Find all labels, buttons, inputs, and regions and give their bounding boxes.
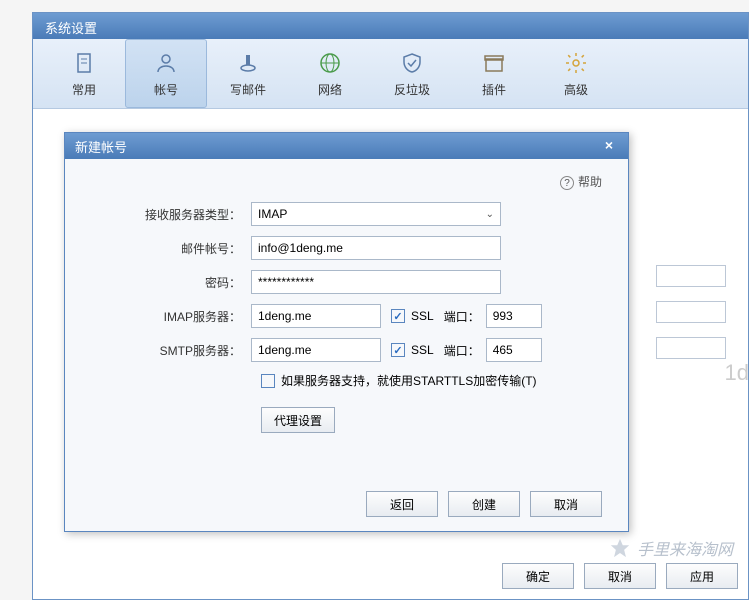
background-fields (656, 265, 726, 359)
cancel-button[interactable]: 取消 (584, 563, 656, 589)
toolbar-tab-shield[interactable]: 反垃圾 (371, 39, 453, 108)
box-icon (480, 49, 508, 77)
bg-field (656, 337, 726, 359)
dialog-footer: 返回 创建 取消 (91, 481, 602, 517)
toolbar-tab-user[interactable]: 帐号 (125, 39, 207, 108)
new-account-titlebar: 新建帐号 × (65, 133, 628, 159)
help-link[interactable]: ?帮助 (91, 173, 602, 190)
smtp-port-field[interactable] (486, 338, 542, 362)
toolbar-tab-gear[interactable]: 高级 (535, 39, 617, 108)
server-type-label: 接收服务器类型： (91, 206, 251, 223)
main-footer: 确定 取消 应用 (502, 563, 738, 589)
toolbar-label: 常用 (72, 81, 96, 98)
password-field[interactable] (251, 270, 501, 294)
smtp-port-label: 端口： (444, 342, 480, 359)
side-text: 1d (725, 360, 749, 386)
toolbar-tab-globe[interactable]: 网络 (289, 39, 371, 108)
toolbar-tab-ink[interactable]: 写邮件 (207, 39, 289, 108)
password-label: 密码： (91, 274, 251, 291)
shield-icon (398, 49, 426, 77)
ink-icon (234, 49, 262, 77)
toolbar-label: 反垃圾 (394, 81, 430, 98)
toolbar-label: 高级 (564, 81, 588, 98)
toolbar-label: 写邮件 (230, 81, 266, 98)
dialog-cancel-button[interactable]: 取消 (530, 491, 602, 517)
back-button[interactable]: 返回 (366, 491, 438, 517)
ok-button[interactable]: 确定 (502, 563, 574, 589)
starttls-label: 如果服务器支持，就使用STARTTLS加密传输(T) (281, 372, 537, 389)
new-account-dialog: 新建帐号 × ?帮助 接收服务器类型： IMAP ⌄ 邮件帐号： 密码： IMA… (64, 132, 629, 532)
toolbar-label: 插件 (482, 81, 506, 98)
settings-toolbar: 常用 帐号 写邮件 网络 反垃圾 插件 高级 (33, 39, 748, 109)
smtp-ssl-checkbox[interactable]: ✓ (391, 343, 405, 357)
email-label: 邮件帐号： (91, 240, 251, 257)
smtp-server-label: SMTP服务器： (91, 342, 251, 359)
new-account-body: ?帮助 接收服务器类型： IMAP ⌄ 邮件帐号： 密码： IMAP服务器： ✓… (65, 159, 628, 531)
help-icon: ? (560, 176, 574, 190)
toolbar-label: 帐号 (154, 81, 178, 98)
globe-icon (316, 49, 344, 77)
apply-button[interactable]: 应用 (666, 563, 738, 589)
imap-server-label: IMAP服务器： (91, 308, 251, 325)
chevron-down-icon: ⌄ (486, 209, 494, 220)
page-icon (70, 49, 98, 77)
smtp-ssl-label: SSL (411, 343, 434, 357)
bg-field (656, 265, 726, 287)
imap-port-field[interactable] (486, 304, 542, 328)
toolbar-label: 网络 (318, 81, 342, 98)
system-settings-title: 系统设置 (45, 21, 97, 36)
server-type-select[interactable]: IMAP ⌄ (251, 202, 501, 226)
imap-server-field[interactable] (251, 304, 381, 328)
proxy-settings-button[interactable]: 代理设置 (261, 407, 335, 433)
smtp-server-field[interactable] (251, 338, 381, 362)
user-icon (152, 49, 180, 77)
imap-ssl-checkbox[interactable]: ✓ (391, 309, 405, 323)
starttls-checkbox[interactable]: ✓ (261, 374, 275, 388)
imap-ssl-label: SSL (411, 309, 434, 323)
new-account-title: 新建帐号 (75, 137, 127, 156)
toolbar-tab-page[interactable]: 常用 (43, 39, 125, 108)
gear-icon (562, 49, 590, 77)
close-icon[interactable]: × (600, 137, 618, 155)
toolbar-tab-box[interactable]: 插件 (453, 39, 535, 108)
system-settings-titlebar: 系统设置 (33, 13, 748, 39)
create-button[interactable]: 创建 (448, 491, 520, 517)
bg-field (656, 301, 726, 323)
email-field[interactable] (251, 236, 501, 260)
imap-port-label: 端口： (444, 308, 480, 325)
